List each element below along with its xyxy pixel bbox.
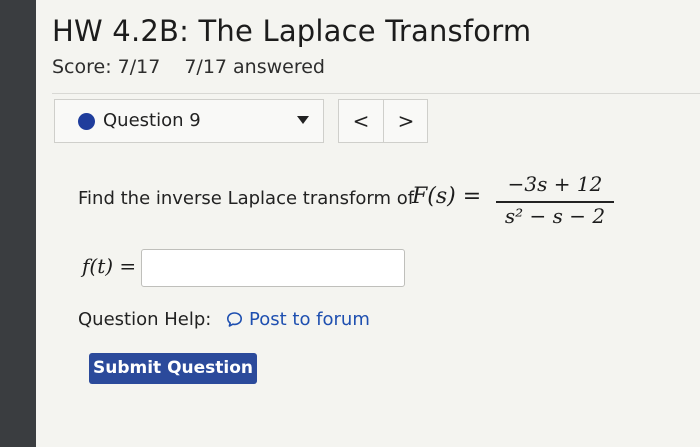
assignment-screen: HW 4.2B: The Laplace Transform Score: 7/…: [36, 0, 700, 447]
speech-bubble-icon: [227, 312, 242, 327]
answered-count: 7/17 answered: [184, 56, 325, 78]
score-summary: Score: 7/17 7/17 answered: [52, 56, 325, 78]
submit-question-button[interactable]: Submit Question: [89, 353, 257, 384]
fraction-numerator: −3s + 12: [507, 172, 603, 196]
question-status-dot-icon: [78, 113, 95, 130]
header-divider: [52, 93, 700, 94]
answer-label: f(t) =: [82, 254, 137, 278]
answer-input[interactable]: [141, 249, 405, 287]
question-selector-label: Question 9: [103, 110, 201, 131]
assignment-title: HW 4.2B: The Laplace Transform: [52, 14, 532, 48]
question-selector-dropdown[interactable]: Question 9: [54, 99, 324, 143]
fraction-bar: [496, 201, 614, 203]
post-to-forum-link[interactable]: Post to forum: [226, 309, 370, 330]
question-nav-buttons: < >: [338, 99, 428, 143]
chevron-down-icon: [297, 116, 309, 124]
score-text: Score: 7/17: [52, 56, 161, 78]
prompt-text: Find the inverse Laplace transform of: [78, 188, 415, 209]
fraction-denominator: s² − s − 2: [504, 204, 606, 228]
function-lhs: F(s) =: [412, 184, 482, 209]
next-question-button[interactable]: >: [384, 100, 428, 142]
question-help-label: Question Help:: [78, 309, 212, 330]
previous-question-button[interactable]: <: [339, 100, 384, 142]
post-to-forum-label: Post to forum: [249, 309, 370, 330]
